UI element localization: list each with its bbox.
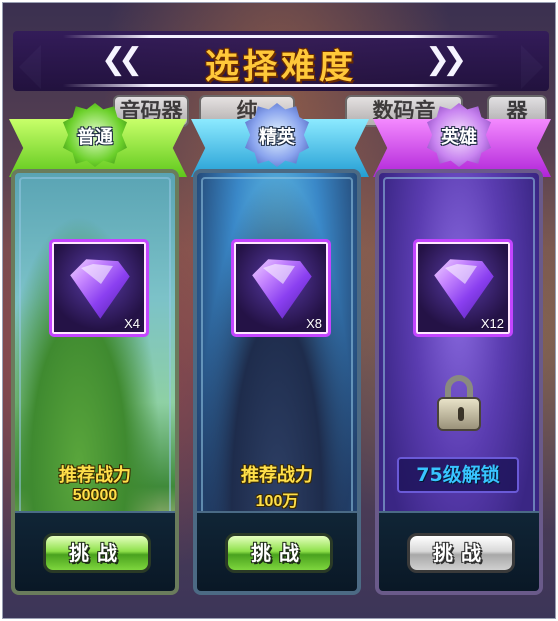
page-title: 选择难度: [205, 47, 357, 87]
reward-quantity: X8: [306, 316, 322, 331]
challenge-button-hero[interactable]: 挑战: [407, 533, 515, 573]
reward-slot[interactable]: X4: [49, 239, 149, 337]
difficulty-label-hero: 英雄: [441, 127, 477, 148]
difficulty-label-normal: 普通: [77, 127, 113, 148]
reward-slot[interactable]: X8: [231, 239, 331, 337]
padlock-icon: [435, 375, 483, 431]
challenge-button-normal[interactable]: 挑战: [43, 533, 151, 573]
difficulty-card-normal[interactable]: [11, 169, 179, 595]
challenge-button-elite[interactable]: 挑战: [225, 533, 333, 573]
recommended-power-label: 推荐战力: [59, 465, 131, 486]
title-banner: ❮❮ 选择难度 ❯❯: [13, 31, 549, 91]
difficulty-card-elite[interactable]: [193, 169, 361, 595]
unlock-requirement: 75级解锁: [397, 457, 519, 493]
recommended-power-value: 100万: [255, 493, 299, 510]
difficulty-label-elite: 精英: [259, 127, 295, 148]
double-chevron-right-icon[interactable]: ❯❯: [425, 45, 467, 75]
difficulty-select-screen: 音码器 纯 数码音 器 ❮❮ 选择难度 ❯❯ 普通 X4 推荐战力 50000 …: [2, 2, 556, 619]
recommended-power-label: 推荐战力: [241, 465, 313, 486]
reward-quantity: X12: [480, 316, 504, 331]
reward-quantity: X4: [124, 316, 140, 331]
reward-slot[interactable]: X12: [413, 239, 513, 337]
recommended-power-value: 50000: [72, 487, 118, 504]
